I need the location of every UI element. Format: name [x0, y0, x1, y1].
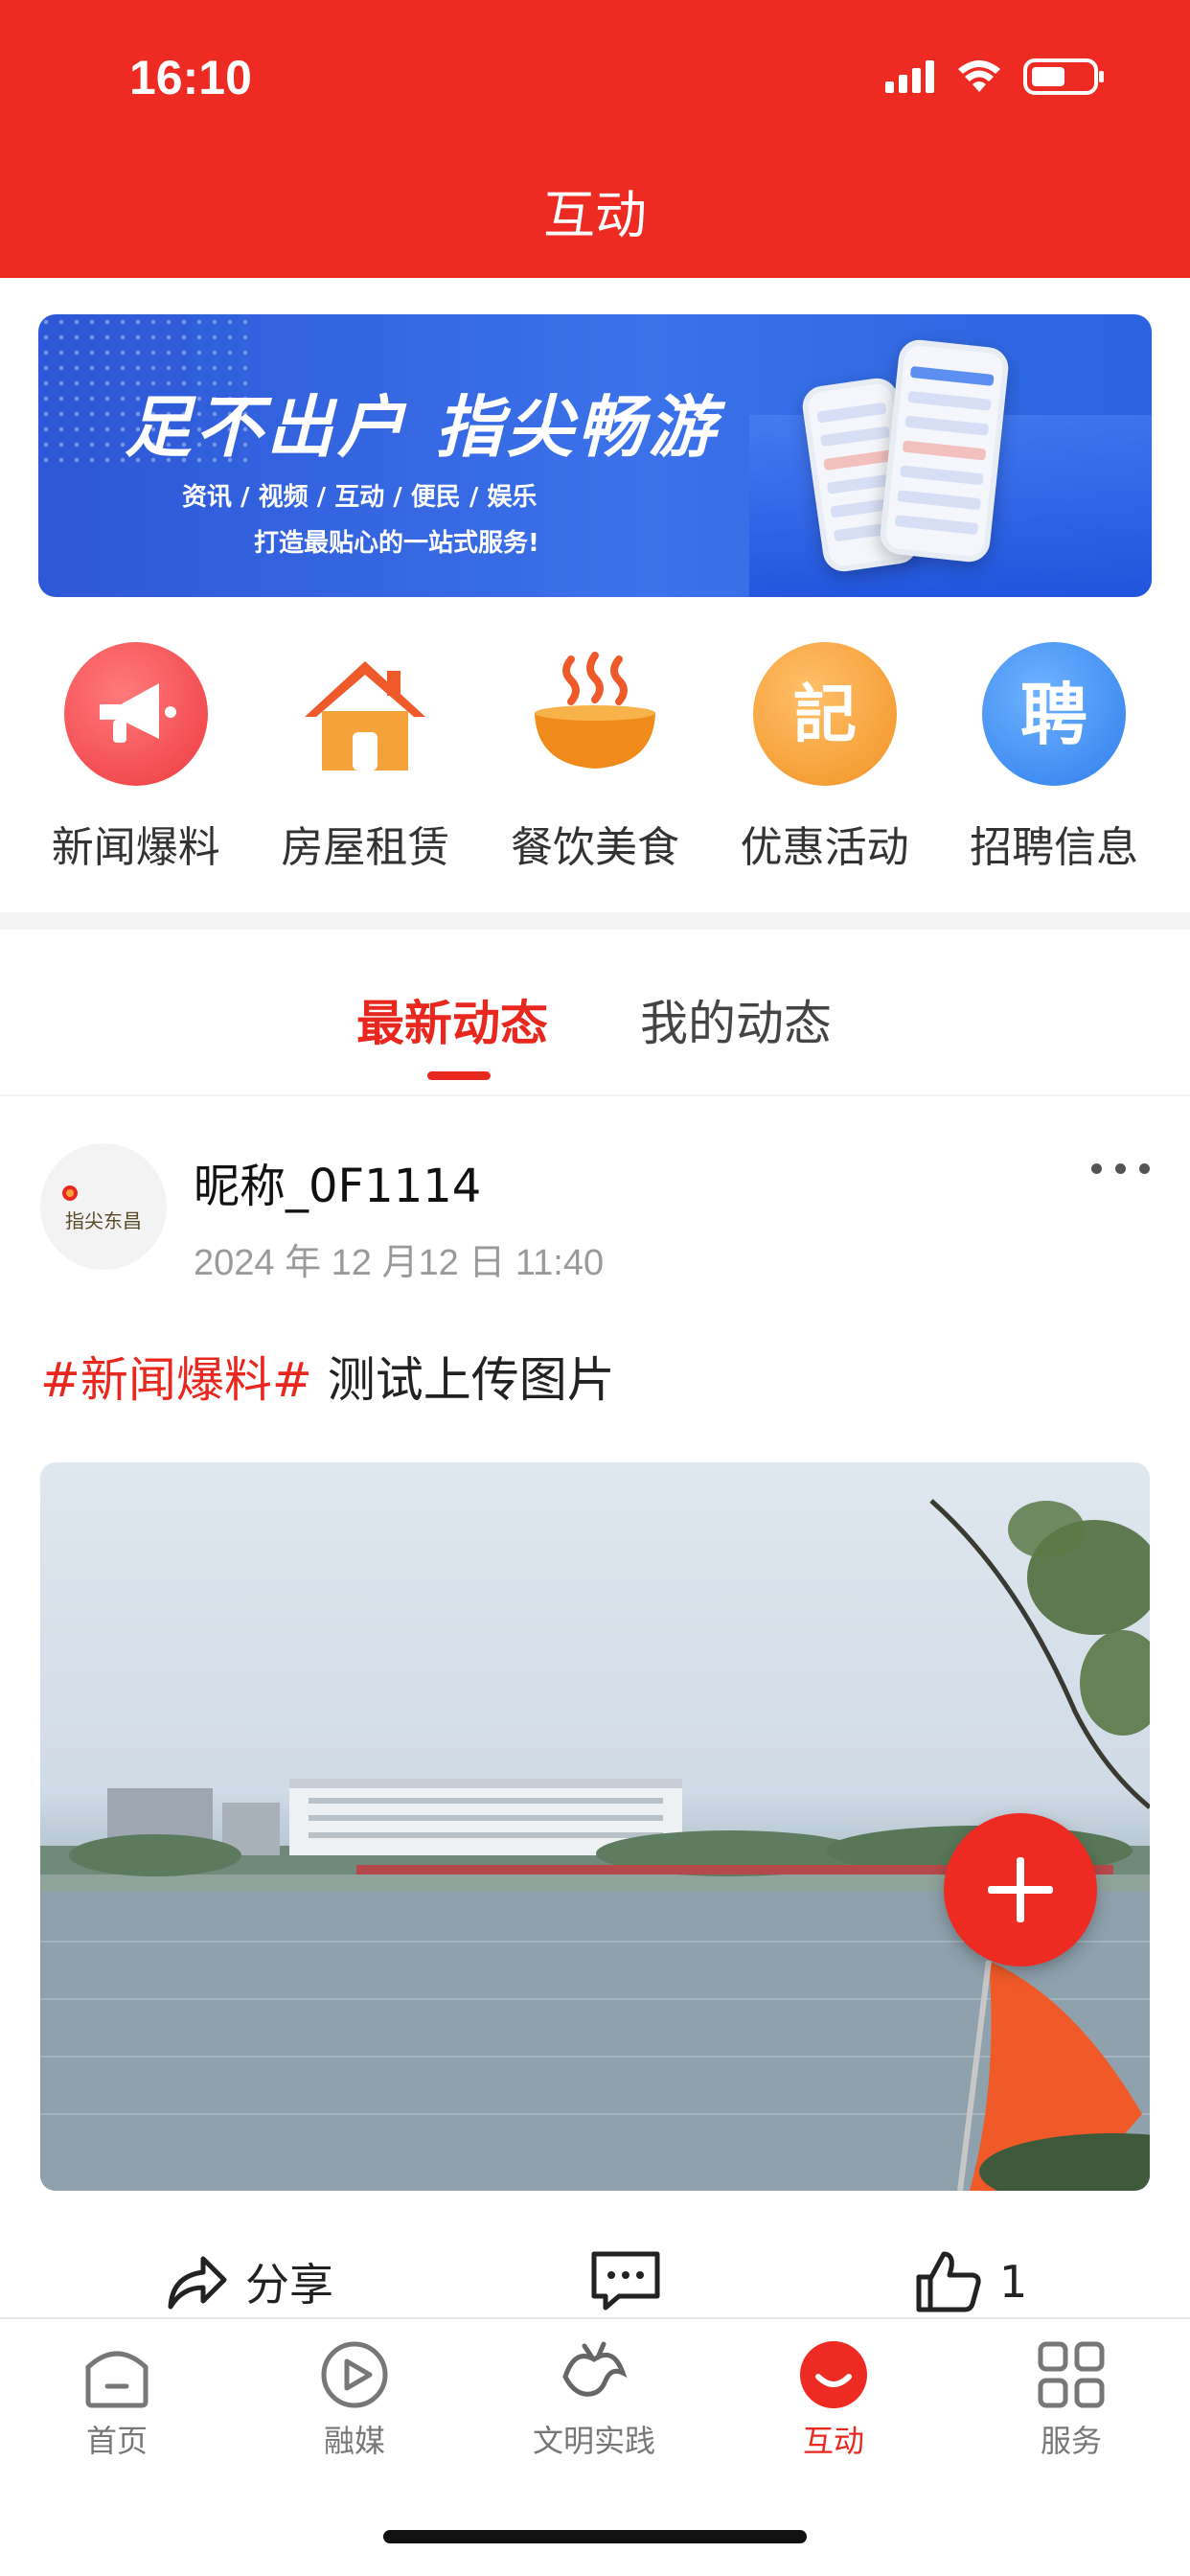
banner-tags: 资讯 / 视频 / 互动 / 便民 / 娱乐 — [182, 483, 538, 512]
grid-item-rental[interactable]: 房屋租赁 — [260, 642, 470, 874]
feature-grid: 新闻爆料 房屋租赁 餐饮美食 記 优惠活动 聘 招聘信息 — [0, 642, 1190, 874]
post-text: 测试上传图片 — [311, 1352, 615, 1408]
post-content: #新闻爆料# 测试上传图片 — [40, 1342, 615, 1411]
more-options-icon[interactable] — [1091, 1163, 1150, 1174]
tabs-divider — [0, 1094, 1190, 1096]
nav-services[interactable]: 服务 — [975, 2338, 1167, 2461]
banner-subtitle: 打造最贴心的一站式服务! — [254, 529, 539, 558]
cellular-signal-icon — [885, 60, 934, 93]
home-indicator[interactable] — [383, 2530, 807, 2543]
grid-item-recruitment[interactable]: 聘 招聘信息 — [949, 642, 1159, 874]
post-author-name[interactable]: 昵称_0F1114 — [194, 1148, 481, 1215]
recruit-icon: 聘 — [982, 642, 1127, 786]
app-header: 16:10 互动 — [0, 0, 1190, 278]
nav-media[interactable]: 融媒 — [259, 2338, 450, 2461]
nav-label: 文明实践 — [532, 2423, 655, 2459]
avatar-text: 指尖东昌 — [65, 1208, 142, 1232]
comment-button[interactable] — [590, 2250, 661, 2312]
nav-label: 融媒 — [323, 2423, 385, 2459]
status-time: 16:10 — [129, 51, 252, 104]
nav-home[interactable]: 首页 — [21, 2338, 213, 2461]
interact-icon — [800, 2341, 867, 2408]
phone-mockup-icon — [878, 337, 1011, 564]
home-icon — [85, 2351, 149, 2408]
svg-text:聘: 聘 — [1020, 676, 1087, 754]
tab-latest[interactable]: 最新动态 — [356, 985, 548, 1054]
active-tab-indicator — [427, 1071, 491, 1080]
status-icons — [885, 58, 1106, 96]
grid-label: 房屋租赁 — [281, 823, 450, 872]
grid-label: 餐饮美食 — [510, 823, 679, 872]
svg-text:記: 記 — [793, 678, 857, 751]
grid-item-promotions[interactable]: 記 优惠活动 — [720, 642, 930, 874]
create-post-button[interactable] — [944, 1813, 1097, 1966]
promo-banner[interactable]: 足不出户 指尖畅游 资讯 / 视频 / 互动 / 便民 / 娱乐 打造最贴心的一… — [38, 314, 1152, 597]
like-count: 1 — [999, 2256, 1028, 2308]
grid-label: 优惠活动 — [740, 823, 909, 872]
share-button[interactable]: 分享 — [165, 2250, 333, 2313]
wifi-icon — [958, 60, 1000, 92]
tab-mine[interactable]: 我的动态 — [640, 985, 832, 1054]
nav-label: 服务 — [1040, 2423, 1102, 2459]
thumbs-up-icon — [916, 2251, 981, 2312]
grid-label: 招聘信息 — [970, 823, 1139, 872]
page-title: 互动 — [543, 185, 647, 245]
post-hashtag[interactable]: #新闻爆料# — [40, 1352, 312, 1408]
nav-civic[interactable]: 文明实践 — [498, 2338, 690, 2461]
like-button[interactable]: 1 — [915, 2250, 1027, 2313]
share-icon — [168, 2256, 227, 2310]
soup-bowl-icon — [523, 642, 667, 786]
nav-label: 互动 — [802, 2423, 864, 2459]
grid-item-news-tip[interactable]: 新闻爆料 — [31, 642, 241, 874]
nav-interact[interactable]: 互动 — [738, 2338, 929, 2461]
plus-icon — [988, 1857, 1053, 1922]
grid-icon — [1038, 2341, 1105, 2408]
grid-item-food[interactable]: 餐饮美食 — [490, 642, 700, 874]
logo-icon — [62, 1184, 78, 1201]
share-label: 分享 — [245, 2259, 333, 2311]
megaphone-icon — [63, 642, 208, 786]
nav-label: 首页 — [85, 2423, 148, 2459]
comment-icon — [591, 2251, 660, 2311]
civic-logo-icon — [562, 2341, 628, 2397]
grid-label: 新闻爆料 — [51, 823, 220, 872]
battery-icon — [1023, 58, 1104, 95]
section-divider — [0, 912, 1190, 930]
play-circle-icon — [321, 2341, 388, 2408]
banner-headline: 足不出户 指尖畅游 — [125, 388, 720, 467]
avatar[interactable]: 指尖东昌 — [40, 1143, 167, 1270]
house-icon — [293, 642, 437, 786]
post-timestamp: 2024 年 12 月12 日 11:40 — [194, 1243, 605, 1283]
coupon-icon: 記 — [752, 642, 897, 786]
